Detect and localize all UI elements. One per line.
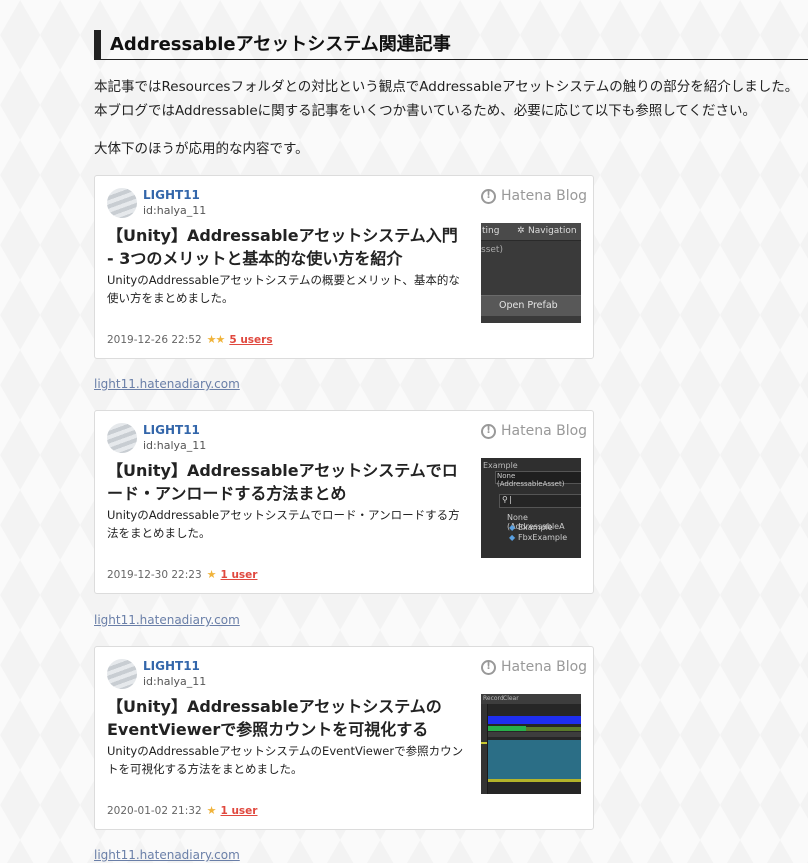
hatena-icon: ! [481, 659, 496, 675]
card-description: UnityのAddressableアセットシステムのEventViewerで参照… [107, 744, 464, 776]
star-icons: ★★ [206, 333, 226, 346]
card-title[interactable]: 【Unity】Addressableアセットシステムでロード・アンロードする方法… [107, 459, 469, 505]
card-source-link[interactable]: light11.hatenadiary.com [94, 848, 240, 862]
card-title[interactable]: 【Unity】Addressableアセットシステム入門 - 3つのメリットと基… [107, 224, 469, 270]
card-description: UnityのAddressableアセットシステムの概要とメリット、基本的な使い… [107, 273, 460, 305]
card-source-link[interactable]: light11.hatenadiary.com [94, 377, 240, 391]
hatena-blog-label: Hatena Blog [501, 423, 588, 439]
author-avatar[interactable] [107, 423, 137, 453]
star-icon: ★ [206, 568, 217, 581]
card-meta: 2019-12-30 22:23 ★ 1 user [107, 568, 258, 581]
hatena-blog-logo[interactable]: ! Hatena Blog [481, 188, 587, 204]
bookmark-users-link[interactable]: 1 user [221, 569, 258, 581]
card-meta: 2020-01-02 21:32 ★ 1 user [107, 804, 258, 817]
card-title[interactable]: 【Unity】AddressableアセットシステムのEventViewerで参… [107, 695, 469, 741]
star-icon: ★ [206, 804, 217, 817]
post-date: 2019-12-30 22:23 [107, 568, 202, 581]
post-date: 2020-01-02 21:32 [107, 804, 202, 817]
section-heading: Addressableアセットシステム関連記事 [94, 30, 808, 60]
author-id: id:halya_11 [143, 204, 207, 217]
bookmark-users-link[interactable]: 5 users [229, 334, 272, 346]
blog-card-1[interactable]: LIGHT11 id:halya_11 ! Hatena Blog 【Unity… [94, 175, 594, 359]
author-avatar[interactable] [107, 188, 137, 218]
hatena-blog-logo[interactable]: ! Hatena Blog [481, 423, 587, 439]
navigation-icon: ✲ [517, 226, 525, 236]
blog-card-3[interactable]: LIGHT11 id:halya_11 ! Hatena Blog 【Unity… [94, 646, 594, 830]
author-avatar[interactable] [107, 659, 137, 689]
hatena-icon: ! [481, 423, 496, 439]
difficulty-note: 大体下のほうが応用的な内容です。 [94, 141, 309, 157]
hatena-blog-label: Hatena Blog [501, 188, 588, 204]
blog-card-2[interactable]: LIGHT11 id:halya_11 ! Hatena Blog 【Unity… [94, 410, 594, 594]
card-source-link[interactable]: light11.hatenadiary.com [94, 613, 240, 627]
post-date: 2019-12-26 22:52 [107, 333, 202, 346]
author-id: id:halya_11 [143, 675, 207, 688]
intro-text-line-2: 本ブログではAddressableに関する記事をいくつか書いているため、必要に応… [94, 103, 756, 119]
hatena-blog-label: Hatena Blog [501, 659, 588, 675]
search-icon: ⚲ [502, 495, 508, 504]
prefab-icon: ◆ [509, 523, 516, 532]
card-thumbnail[interactable]: Example None (AddressableAsset) ⚲ | None… [481, 458, 581, 558]
hatena-blog-logo[interactable]: ! Hatena Blog [481, 659, 587, 675]
author-name[interactable]: LIGHT11 [143, 423, 200, 437]
author-id: id:halya_11 [143, 439, 207, 452]
hatena-icon: ! [481, 188, 496, 204]
card-thumbnail[interactable]: ting ✲ Navigation sset) Open Prefab [481, 223, 581, 323]
model-icon: ◆ [509, 533, 516, 542]
card-thumbnail[interactable]: Record Clear [481, 694, 581, 794]
intro-text-line-1: 本記事ではResourcesフォルダとの対比という観点でAddressableア… [94, 79, 799, 95]
card-meta: 2019-12-26 22:52 ★★ 5 users [107, 333, 273, 346]
author-name[interactable]: LIGHT11 [143, 659, 200, 673]
card-description: UnityのAddressableアセットシステムでロード・アンロードする方法を… [107, 508, 460, 540]
bookmark-users-link[interactable]: 1 user [221, 805, 258, 817]
author-name[interactable]: LIGHT11 [143, 188, 200, 202]
